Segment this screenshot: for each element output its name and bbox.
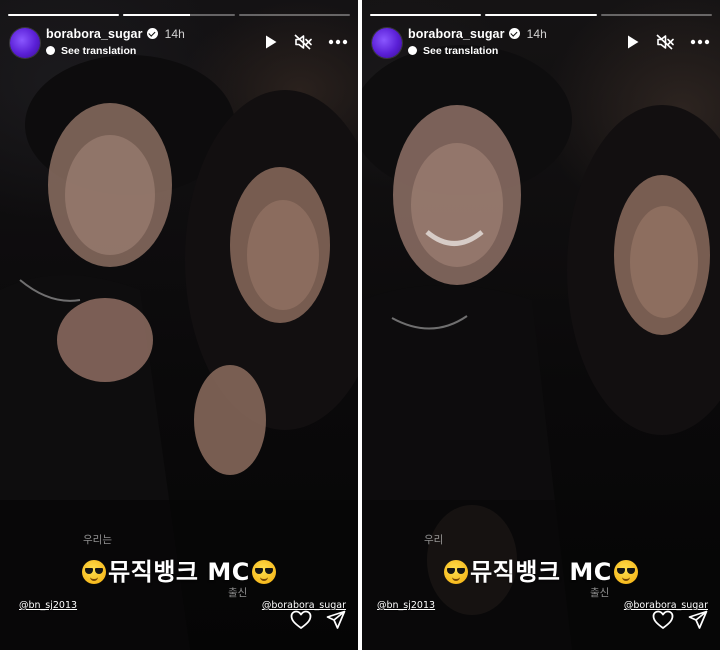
caption-above: 우리는	[83, 534, 112, 546]
username[interactable]: borabora_sugar	[408, 27, 505, 41]
post-time: 14h	[526, 27, 547, 41]
story-controls	[626, 32, 710, 52]
username-row[interactable]: borabora_sugar 14h	[46, 27, 185, 41]
mute-icon[interactable]	[294, 34, 312, 50]
sunglasses-emoji-icon	[613, 560, 638, 584]
story-actions	[652, 610, 708, 630]
see-translation-label: See translation	[423, 45, 499, 57]
story-caption: 뮤직뱅크 MC	[362, 552, 720, 587]
story-progress	[370, 14, 712, 16]
progress-segment	[485, 14, 597, 16]
caption-text: 뮤직뱅크 MC	[108, 558, 250, 586]
see-translation-link[interactable]: See translation	[408, 45, 498, 57]
avatar[interactable]	[10, 28, 40, 58]
caption-text: 뮤직뱅크 MC	[470, 558, 612, 586]
send-icon[interactable]	[326, 610, 346, 630]
progress-segment	[370, 14, 482, 16]
sunglasses-emoji-icon	[251, 560, 276, 584]
username-row[interactable]: borabora_sugar 14h	[408, 27, 547, 41]
mention-left[interactable]: @bn_sj2013	[377, 600, 435, 611]
story-header: borabora_sugar 14h See translation	[372, 24, 710, 60]
see-translation-label: See translation	[61, 45, 137, 57]
heart-icon[interactable]	[652, 610, 674, 630]
see-translation-link[interactable]: See translation	[46, 45, 136, 57]
progress-segment	[238, 14, 350, 16]
mention-left[interactable]: @bn_sj2013	[19, 600, 77, 611]
send-icon[interactable]	[688, 610, 708, 630]
progress-segment	[600, 14, 712, 16]
story-actions	[290, 610, 346, 630]
verified-badge-icon	[508, 28, 520, 39]
verified-badge-icon	[146, 28, 158, 39]
progress-segment	[8, 14, 120, 16]
story-caption: 뮤직뱅크 MC	[0, 552, 358, 587]
more-icon[interactable]	[328, 39, 348, 45]
caption-above: 우리	[424, 534, 444, 546]
post-time: 14h	[164, 27, 185, 41]
story-panel-right[interactable]: borabora_sugar 14h See translation 우리 뮤직뱅…	[362, 0, 720, 650]
play-icon[interactable]	[264, 34, 278, 50]
progress-segment	[123, 14, 235, 16]
mute-icon[interactable]	[656, 34, 674, 50]
story-panel-left[interactable]: borabora_sugar 14h See translation 우리는 뮤직…	[0, 0, 358, 650]
story-header: borabora_sugar 14h See translation	[10, 24, 348, 60]
caption-below: 출신	[590, 587, 610, 599]
play-icon[interactable]	[626, 34, 640, 50]
avatar[interactable]	[372, 28, 402, 58]
sunglasses-emoji-icon	[444, 560, 469, 584]
sunglasses-emoji-icon	[82, 560, 107, 584]
translate-icon	[46, 46, 55, 55]
username[interactable]: borabora_sugar	[46, 27, 143, 41]
translate-icon	[408, 46, 417, 55]
caption-below: 출신	[228, 587, 248, 599]
more-icon[interactable]	[690, 39, 710, 45]
story-progress	[8, 14, 350, 16]
heart-icon[interactable]	[290, 610, 312, 630]
story-controls	[264, 32, 348, 52]
